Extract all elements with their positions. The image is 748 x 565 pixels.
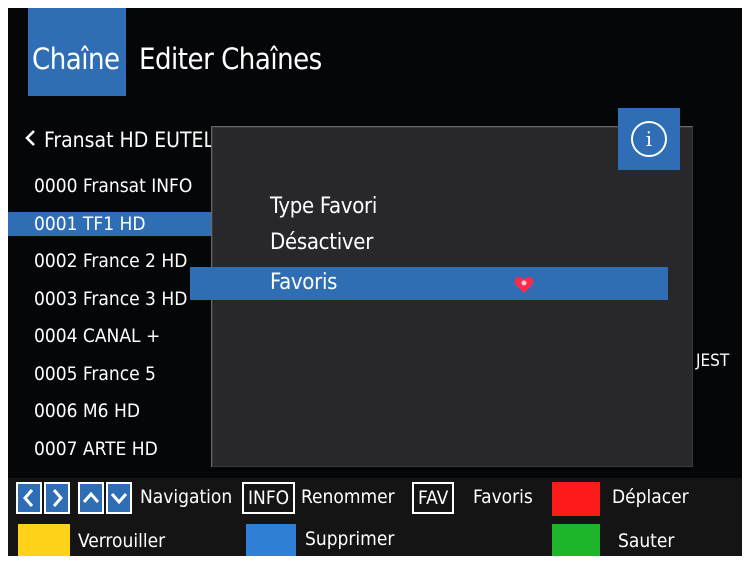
deplacer-label: Déplacer bbox=[612, 486, 689, 508]
info-icon: i bbox=[631, 121, 667, 157]
menu-item-desactiver[interactable]: Désactiver bbox=[270, 230, 373, 255]
navigation-label: Navigation bbox=[140, 486, 233, 508]
favoris-label: Favoris bbox=[473, 486, 533, 508]
arrow-up-key bbox=[78, 482, 104, 514]
verrouiller-label: Verrouiller bbox=[78, 530, 166, 552]
red-button-icon bbox=[552, 482, 600, 516]
tab-chaine-label: Chaîne bbox=[32, 42, 120, 76]
arrow-down-key bbox=[106, 482, 132, 514]
menu-item-favoris-highlight[interactable] bbox=[190, 267, 668, 300]
channel-list: 0000 Fransat INFO 0001 TF1 HD 0002 Franc… bbox=[8, 168, 223, 468]
info-button[interactable]: i bbox=[618, 108, 680, 170]
info-key: INFO bbox=[242, 482, 296, 514]
sauter-label: Sauter bbox=[618, 530, 675, 552]
chevron-down-icon bbox=[110, 493, 128, 505]
tab-chaine[interactable]: Chaîne bbox=[28, 8, 126, 96]
blue-button-icon bbox=[246, 524, 296, 556]
satellite-text-fragment: JEST bbox=[696, 351, 730, 371]
chevron-left-icon bbox=[24, 128, 38, 152]
channel-row[interactable]: 0007 ARTE HD bbox=[8, 431, 223, 469]
breadcrumb-label: Fransat HD EUTELSAT bbox=[44, 128, 214, 152]
chevron-right-icon bbox=[52, 489, 63, 507]
arrow-left-key bbox=[16, 482, 42, 514]
chevron-left-icon bbox=[23, 489, 34, 507]
breadcrumb[interactable]: Fransat HD EUTELSAT bbox=[24, 128, 214, 158]
heart-icon bbox=[514, 276, 534, 294]
channel-row-selected[interactable]: 0001 TF1 HD bbox=[8, 211, 223, 236]
menu-item-type-favori[interactable]: Type Favori bbox=[270, 194, 377, 219]
menu-item-favoris[interactable]: Favoris bbox=[270, 270, 337, 295]
chevron-up-icon bbox=[82, 491, 100, 503]
renommer-label: Renommer bbox=[301, 486, 395, 508]
arrow-right-key bbox=[44, 482, 70, 514]
channel-row[interactable]: 0004 CANAL + bbox=[8, 318, 223, 356]
fav-key: FAV bbox=[412, 482, 455, 514]
yellow-button-icon bbox=[18, 524, 70, 556]
tv-screen: Chaîne Editer Chaînes Fransat HD EUTELSA… bbox=[8, 8, 742, 556]
tab-editer-chaines[interactable]: Editer Chaînes bbox=[139, 42, 322, 76]
channel-row[interactable]: 0005 France 5 bbox=[8, 356, 223, 394]
channel-row[interactable]: 0000 Fransat INFO bbox=[8, 168, 223, 206]
green-button-icon bbox=[552, 524, 600, 556]
channel-row[interactable]: 0006 M6 HD bbox=[8, 393, 223, 431]
supprimer-label: Supprimer bbox=[305, 528, 395, 550]
